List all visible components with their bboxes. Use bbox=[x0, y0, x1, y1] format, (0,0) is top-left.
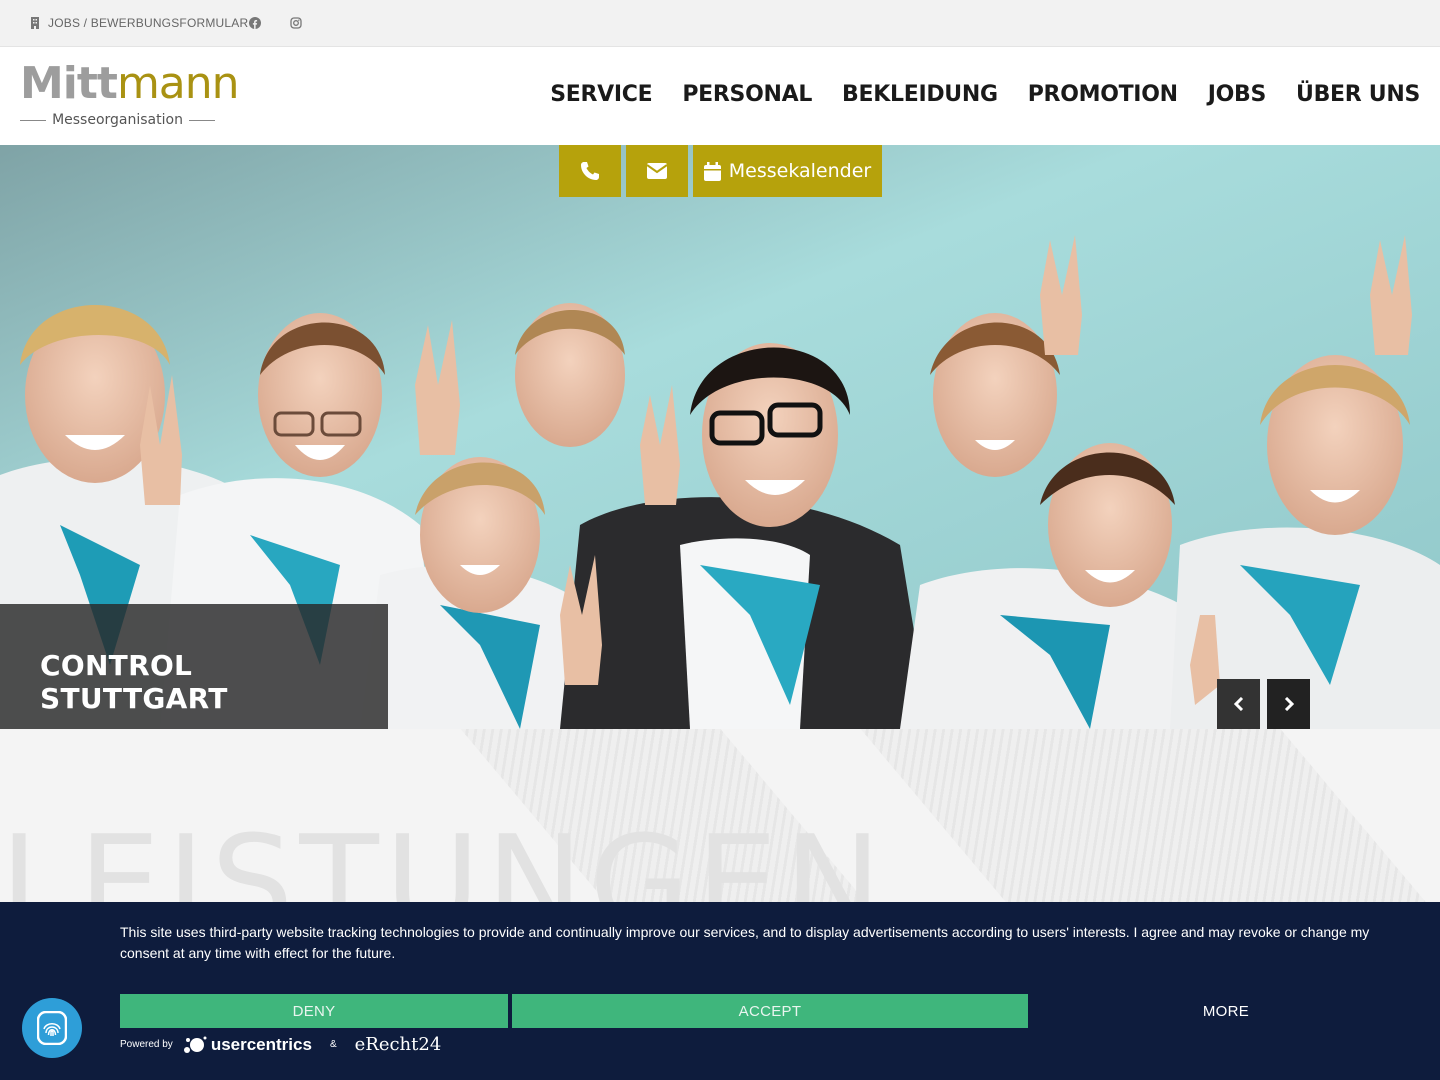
building-icon bbox=[31, 17, 39, 29]
slider-prev-button[interactable] bbox=[1217, 679, 1260, 729]
slide-caption-text: CONTROL STUTTGART bbox=[40, 649, 228, 715]
facebook-icon[interactable] bbox=[249, 16, 261, 34]
instagram-icon[interactable] bbox=[290, 16, 302, 34]
jobs-link-label: JOBS / BEWERBUNGSFORMULAR bbox=[48, 16, 249, 30]
chevron-left-icon bbox=[1233, 697, 1243, 711]
calendar-icon bbox=[703, 161, 721, 181]
quick-contact-bar: Messekalender bbox=[559, 145, 882, 197]
main-nav: SERVICE PERSONAL BEKLEIDUNG PROMOTION JO… bbox=[550, 82, 1420, 107]
envelope-icon bbox=[647, 163, 667, 179]
cookie-text: This site uses third-party website track… bbox=[120, 924, 1370, 961]
privacy-settings-button[interactable] bbox=[22, 998, 82, 1058]
more-button[interactable]: MORE bbox=[1028, 994, 1424, 1028]
powered-by-label: Powered by bbox=[120, 1039, 173, 1050]
nav-item-jobs[interactable]: JOBS bbox=[1208, 82, 1267, 107]
powered-by: Powered by usercentrics & eRecht24 bbox=[120, 1034, 441, 1055]
slider-next-button[interactable] bbox=[1267, 679, 1310, 729]
logo-subtitle: Messeorganisation bbox=[20, 112, 216, 128]
email-button[interactable] bbox=[626, 145, 688, 197]
nav-item-promotion[interactable]: PROMOTION bbox=[1028, 82, 1178, 107]
top-bar: JOBS / BEWERBUNGSFORMULAR bbox=[0, 0, 1440, 47]
phone-button[interactable] bbox=[559, 145, 621, 197]
nav-item-personal[interactable]: PERSONAL bbox=[682, 82, 812, 107]
deny-button[interactable]: DENY bbox=[120, 994, 508, 1028]
phone-icon bbox=[581, 162, 599, 180]
amp-label: & bbox=[329, 1039, 337, 1050]
usercentrics-logo[interactable]: usercentrics bbox=[183, 1035, 312, 1055]
site-header: Mittmann Messeorganisation SERVICE PERSO… bbox=[0, 48, 1440, 145]
slide-caption: CONTROL STUTTGART bbox=[0, 604, 388, 729]
site-logo[interactable]: Mittmann Messeorganisation bbox=[20, 60, 240, 132]
chevron-right-icon bbox=[1284, 697, 1294, 711]
calendar-label: Messekalender bbox=[728, 160, 872, 182]
jobs-application-link[interactable]: JOBS / BEWERBUNGSFORMULAR bbox=[30, 16, 248, 30]
accept-button[interactable]: ACCEPT bbox=[512, 994, 1028, 1028]
trade-fair-calendar-button[interactable]: Messekalender bbox=[693, 145, 882, 197]
logo-wordmark: Mittmann bbox=[20, 58, 240, 109]
nav-item-bekleidung[interactable]: BEKLEIDUNG bbox=[842, 82, 998, 107]
usercentrics-dots-icon bbox=[183, 1036, 207, 1053]
cookie-banner: This site uses third-party website track… bbox=[0, 902, 1440, 1080]
nav-item-service[interactable]: SERVICE bbox=[550, 82, 652, 107]
nav-item-ueber-uns[interactable]: ÜBER UNS bbox=[1296, 82, 1420, 107]
erecht24-logo[interactable]: eRecht24 bbox=[355, 1034, 442, 1055]
fingerprint-icon bbox=[37, 1011, 67, 1045]
